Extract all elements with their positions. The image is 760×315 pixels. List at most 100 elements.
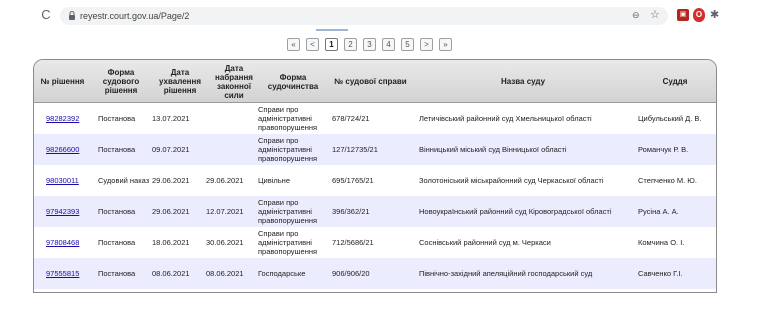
cell-proceedings-form: Справи про адміністративні правопорушенн… (258, 196, 328, 227)
url-text: reyestr.court.gov.ua/Page/2 (80, 11, 190, 21)
decision-link[interactable]: 98030011 (46, 176, 79, 185)
header-case-number[interactable]: № судової справи (327, 60, 414, 103)
decision-link[interactable]: 98266600 (46, 145, 79, 154)
cell-proceedings-form: Справи про адміністративні правопорушенн… (258, 103, 328, 134)
cell-court-name-text: Вінницький міський суд Вінницької област… (419, 145, 567, 154)
cell-proceedings-form: Цивільне (258, 165, 328, 196)
cell-case-number: 396/362/21 (332, 196, 414, 227)
cell-decision-form: Постанова (98, 103, 151, 134)
cell-effective-date: 30.06.2021 (206, 227, 258, 258)
zoom-icon[interactable]: ⊖ (632, 10, 640, 21)
reload-icon[interactable]: C (38, 7, 54, 23)
cell-proceedings-form: Господарське (258, 258, 328, 289)
cell-judge: Савченко Г.І. (638, 258, 716, 289)
cell-proceedings-form-text: Справи про адміністративні правопорушенн… (258, 229, 318, 256)
pager-page-3[interactable]: 3 (363, 38, 376, 51)
header-court-name[interactable]: Назва суду (414, 60, 632, 103)
cell-proceedings-form-text: Господарське (258, 269, 306, 278)
cell-effective-date (206, 103, 258, 134)
cell-court-name: Соснівський районний суд м. Черкаси (419, 227, 631, 258)
cell-judge-text: Цибульський Д. В. (638, 114, 702, 123)
cell-judge-text: Степченко М. Ю. (638, 176, 697, 185)
cell-adoption-date-text: 29.06.2021 (152, 176, 190, 185)
cell-case-number-text: 712/5686/21 (332, 238, 374, 247)
opera-extension-icon[interactable]: O (693, 8, 705, 22)
cell-judge-text: Комчина О. І. (638, 238, 685, 247)
shield-extension-icon[interactable]: ▣ (677, 9, 689, 21)
header-proceedings-form[interactable]: Форма судочинства (259, 60, 327, 103)
decisions-table: № рішення Форма судового рішення Дата ух… (33, 59, 717, 293)
cell-court-name-text: Золотоніський міськрайонний суд Черкаськ… (419, 176, 604, 185)
cell-adoption-date: 13.07.2021 (152, 103, 208, 134)
browser-toolbar: C reyestr.court.gov.ua/Page/2 ⊖ ☆ ▣ O ✱ (0, 0, 760, 30)
cell-case-number: 906/906/20 (332, 258, 414, 289)
address-bar[interactable]: reyestr.court.gov.ua/Page/2 ⊖ ☆ (60, 7, 668, 25)
cell-adoption-date-text: 09.07.2021 (152, 145, 190, 154)
cell-judge: Русіна А. А. (638, 196, 716, 227)
cell-proceedings-form: Справи про адміністративні правопорушенн… (258, 227, 328, 258)
cell-adoption-date-text: 13.07.2021 (152, 114, 190, 123)
cell-adoption-date: 18.06.2021 (152, 227, 208, 258)
cell-proceedings-form-text: Справи про адміністративні правопорушенн… (258, 136, 318, 163)
cell-court-name: Золотоніський міськрайонний суд Черкаськ… (419, 165, 631, 196)
cell-court-name: Північно-західний апеляційний господарсь… (419, 258, 631, 289)
pager-page-5[interactable]: 5 (401, 38, 414, 51)
cell-court-name-text: Соснівський районний суд м. Черкаси (419, 238, 551, 247)
decision-link[interactable]: 98282392 (46, 114, 79, 123)
cell-case-number-text: 695/1765/21 (332, 176, 374, 185)
cell-adoption-date: 08.06.2021 (152, 258, 208, 289)
cell-case-number-text: 127/12735/21 (332, 145, 378, 154)
cell-decision-form-text: Постанова (98, 269, 136, 278)
puzzle-extensions-icon[interactable]: ✱ (710, 8, 719, 21)
cell-case-number: 678/724/21 (332, 103, 414, 134)
cell-proceedings-form: Справи про адміністративні правопорушенн… (258, 134, 328, 165)
cell-decision-form-text: Постанова (98, 145, 136, 154)
header-effective-date[interactable]: Дата набрання законної сили (209, 60, 259, 103)
pager-prev[interactable]: < (306, 38, 319, 51)
cell-decision-form: Постанова (98, 258, 151, 289)
cell-court-name: Новоукраїнський районний суд Кіровоградс… (419, 196, 631, 227)
cell-proceedings-form-text: Цивільне (258, 176, 290, 185)
cell-court-name: Летичівський районний суд Хмельницької о… (419, 103, 631, 134)
cell-decision-number: 98030011 (46, 165, 91, 196)
table-header: № рішення Форма судового рішення Дата ух… (34, 60, 716, 103)
pager-first[interactable]: « (287, 38, 300, 51)
cell-judge: Комчина О. І. (638, 227, 716, 258)
cell-proceedings-form-text: Справи про адміністративні правопорушенн… (258, 198, 318, 225)
divider (316, 29, 348, 31)
cell-court-name-text: Летичівський районний суд Хмельницької о… (419, 114, 592, 123)
cell-decision-form-text: Постанова (98, 114, 136, 123)
table-row: 98282392 Постанова 13.07.2021 Справи про ад… (34, 103, 716, 134)
cell-effective-date-text: 29.06.2021 (206, 176, 244, 185)
pager-last[interactable]: » (439, 38, 452, 51)
pager-next[interactable]: > (420, 38, 433, 51)
cell-effective-date-text: 12.07.2021 (206, 207, 244, 216)
header-decision-form[interactable]: Форма судового рішення (91, 60, 151, 103)
decision-link[interactable]: 97555815 (46, 269, 79, 278)
cell-judge: Романчук Р. В. (638, 134, 716, 165)
cell-decision-form-text: Постанова (98, 238, 136, 247)
lock-icon (69, 11, 75, 20)
cell-effective-date-text: 30.06.2021 (206, 238, 244, 247)
pager-page-1[interactable]: 1 (325, 38, 338, 51)
cell-judge: Степченко М. Ю. (638, 165, 716, 196)
cell-case-number: 127/12735/21 (332, 134, 414, 165)
cell-effective-date: 08.06.2021 (206, 258, 258, 289)
cell-adoption-date: 09.07.2021 (152, 134, 208, 165)
pager-page-4[interactable]: 4 (382, 38, 395, 51)
cell-decision-form: Постанова (98, 227, 151, 258)
table-row: 98266600 Постанова 09.07.2021 Справи про ад… (34, 134, 716, 165)
header-decision-number[interactable]: № рішення (34, 60, 91, 103)
pager-page-2[interactable]: 2 (344, 38, 357, 51)
bookmark-star-icon[interactable]: ☆ (650, 8, 660, 21)
decision-link[interactable]: 97808468 (46, 238, 79, 247)
cell-effective-date-text: 08.06.2021 (206, 269, 244, 278)
cell-decision-form: Постанова (98, 196, 151, 227)
header-adoption-date[interactable]: Дата ухвалення рішення (151, 60, 209, 103)
header-judge[interactable]: Суддя (632, 60, 716, 103)
decision-link[interactable]: 97942393 (46, 207, 79, 216)
cell-decision-form: Постанова (98, 134, 151, 165)
cell-case-number: 712/5686/21 (332, 227, 414, 258)
cell-adoption-date: 29.06.2021 (152, 165, 208, 196)
cell-adoption-date-text: 08.06.2021 (152, 269, 190, 278)
